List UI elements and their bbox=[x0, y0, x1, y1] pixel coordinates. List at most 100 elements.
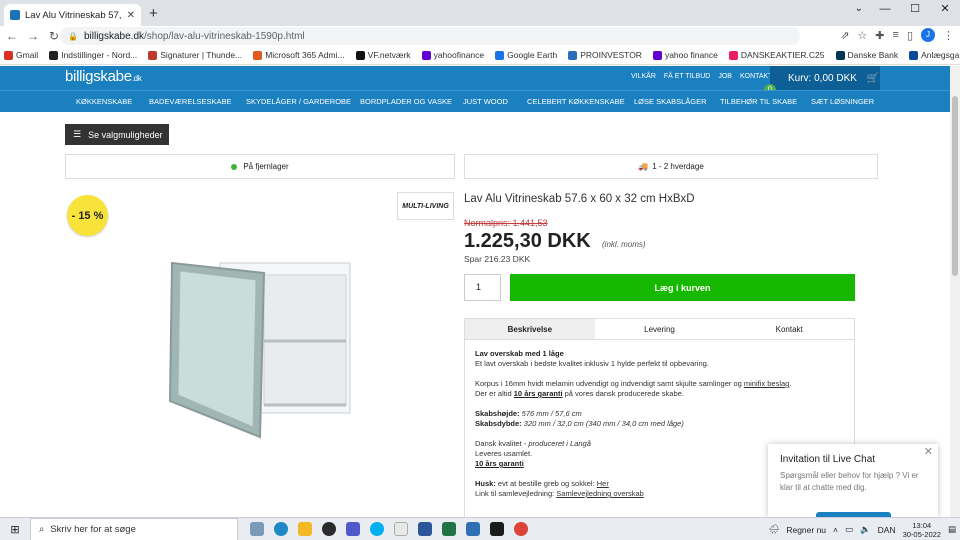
bookmark-item[interactable]: yahoofinance bbox=[421, 50, 484, 60]
close-tab-icon[interactable]: ✕ bbox=[127, 10, 135, 21]
savings-text: Spar 216.23 DKK bbox=[464, 254, 531, 264]
bookmark-star-icon[interactable]: ☆ bbox=[857, 29, 867, 42]
excel-icon[interactable] bbox=[442, 522, 456, 536]
language-indicator[interactable]: DAN bbox=[878, 525, 896, 535]
teams-icon[interactable] bbox=[346, 522, 360, 536]
tab-title: Lav Alu Vitrineskab 57,6 x 60 x 32 bbox=[25, 9, 122, 21]
stocks-app-icon[interactable] bbox=[490, 522, 504, 536]
live-chat-invitation[interactable]: ✕ Invitation til Live Chat Spørgsmål ell… bbox=[768, 444, 938, 517]
sidebar-icon[interactable]: ▯ bbox=[907, 29, 913, 42]
taskbar-search-placeholder: Skriv her for at søge bbox=[50, 523, 136, 535]
windows-start-icon[interactable]: ⊞ bbox=[0, 523, 30, 536]
network-icon[interactable]: ▭ bbox=[845, 524, 853, 535]
volume-icon[interactable]: 🔈 bbox=[860, 524, 871, 535]
forward-icon[interactable]: → bbox=[24, 29, 42, 43]
remember-label: Husk: bbox=[475, 479, 496, 488]
extensions-icon[interactable]: ✚ bbox=[875, 29, 884, 42]
quantity-input[interactable]: 1 bbox=[464, 274, 501, 301]
close-window-icon[interactable]: ✕ bbox=[930, 0, 960, 22]
bookmark-item[interactable]: Indstillinger - Nord... bbox=[49, 50, 137, 60]
github-icon[interactable] bbox=[322, 522, 336, 536]
profile-avatar[interactable]: J bbox=[921, 28, 935, 42]
notifications-icon[interactable]: ▤ bbox=[948, 524, 956, 535]
normal-price: Normalpris: 1.441,53 bbox=[464, 218, 548, 228]
clock[interactable]: 13:04 30-05-2022 bbox=[903, 521, 941, 539]
top-link-quote[interactable]: FÅ ET TILBUD bbox=[664, 73, 710, 80]
tab-contact[interactable]: Kontakt bbox=[724, 319, 854, 339]
bookmark-item[interactable]: Google Earth bbox=[495, 50, 557, 60]
brand-logo: MULTI-LIVING bbox=[397, 192, 454, 220]
bookmark-item[interactable]: PROINVESTOR bbox=[568, 50, 642, 60]
bookmark-item[interactable]: Anlægsgartner - db... bbox=[909, 50, 960, 60]
top-link-contact[interactable]: KONTAKT bbox=[740, 73, 773, 80]
new-tab-icon[interactable]: + bbox=[149, 5, 158, 22]
bookmark-label: VF.netværk bbox=[367, 50, 411, 60]
see-options-button[interactable]: ☰ Se valgmuligheder bbox=[65, 124, 169, 145]
product-image[interactable] bbox=[160, 255, 360, 440]
bookmark-item[interactable]: Signaturer | Thunde... bbox=[148, 50, 242, 60]
warranty-link-2[interactable]: 10 års garanti bbox=[475, 459, 524, 468]
nav-bathroom-cabinets[interactable]: BADEVÆRELSESKABE bbox=[149, 97, 232, 106]
taskbar-search[interactable]: ⌕ Skriv her for at søge bbox=[30, 517, 238, 540]
skype-icon[interactable] bbox=[370, 522, 384, 536]
bookmark-item[interactable]: VF.netværk bbox=[355, 50, 411, 60]
site-logo[interactable]: billigskabe.dk bbox=[65, 68, 142, 85]
minifix-link[interactable]: minifix beslag bbox=[744, 379, 789, 388]
share-icon[interactable]: ⇗ bbox=[840, 29, 849, 42]
bookmark-label: PROINVESTOR bbox=[580, 50, 642, 60]
maximize-icon[interactable]: ☐ bbox=[900, 0, 930, 22]
nav-countertops[interactable]: BORDPLADER OG VASKE bbox=[360, 97, 452, 106]
tab-description[interactable]: Beskrivelse bbox=[465, 319, 595, 339]
bookmark-item[interactable]: Microsoft 365 Admi... bbox=[253, 50, 345, 60]
word-icon[interactable] bbox=[418, 522, 432, 536]
bookmark-item[interactable]: yahoo finance bbox=[652, 50, 718, 60]
handles-link[interactable]: Her bbox=[597, 479, 609, 488]
bookmark-item[interactable]: Danske Bank bbox=[835, 50, 898, 60]
bookmark-item[interactable]: DANSKEAKTIER.C25 bbox=[728, 50, 825, 60]
menu-icon[interactable]: ⋮ bbox=[943, 29, 954, 42]
edge-icon[interactable] bbox=[274, 522, 288, 536]
task-view-icon[interactable] bbox=[250, 522, 264, 536]
back-icon[interactable]: ← bbox=[3, 29, 21, 43]
weather-label[interactable]: Regner nu bbox=[786, 525, 826, 535]
chrome-icon[interactable] bbox=[514, 522, 528, 536]
nav-loose-doors[interactable]: LØSE SKABSLÅGER bbox=[634, 97, 707, 106]
browser-tab[interactable]: Lav Alu Vitrineskab 57,6 x 60 x 32 ✕ bbox=[4, 4, 141, 26]
desc-line2-text: Korpus i 16mm hvidt melamin udvendigt og… bbox=[475, 379, 744, 388]
height-value: 576 mm / 57,6 cm bbox=[519, 409, 582, 418]
file-explorer-icon[interactable] bbox=[298, 522, 312, 536]
tab-search-icon[interactable]: ⌄ bbox=[855, 3, 863, 14]
nav-accessories[interactable]: TILBEHØR TIL SKABE bbox=[720, 97, 797, 106]
scrollbar-thumb[interactable] bbox=[952, 96, 958, 276]
tab-delivery[interactable]: Levering bbox=[595, 319, 725, 339]
height-spec: Skabshøjde: 576 mm / 57,6 cm bbox=[475, 409, 844, 419]
bookmark-item[interactable]: Gmail bbox=[4, 50, 38, 60]
cart-button[interactable]: Kurv: 0,00 DKK 🛒 bbox=[770, 66, 880, 90]
cart-label: Kurv: 0,00 DKK bbox=[788, 72, 857, 84]
browser-toolbar: ← → ↻ 🔒 billigskabe.dk/shop/lav-alu-vitr… bbox=[0, 26, 960, 46]
address-bar[interactable]: 🔒 billigskabe.dk/shop/lav-alu-vitrineska… bbox=[60, 27, 800, 45]
reading-list-icon[interactable]: ≡ bbox=[893, 29, 899, 41]
tray-expand-icon[interactable]: ˄ bbox=[833, 525, 838, 535]
close-chat-icon[interactable]: ✕ bbox=[924, 445, 933, 458]
notepad-icon[interactable] bbox=[394, 522, 408, 536]
assembly-guide-link[interactable]: Samlevejledning overskab bbox=[556, 489, 644, 498]
top-link-job[interactable]: JOB bbox=[718, 73, 732, 80]
nav-celebert[interactable]: CELEBERT KØKKENSKABE bbox=[527, 97, 625, 106]
bookmark-favicon-icon bbox=[728, 50, 738, 60]
weather-icon[interactable]: 🌧 bbox=[769, 524, 780, 535]
network-app-icon[interactable] bbox=[466, 522, 480, 536]
product-price: 1.225,30 DKK bbox=[464, 230, 591, 252]
site-favicon-icon bbox=[10, 10, 20, 20]
add-to-cart-button[interactable]: Læg i kurven bbox=[510, 274, 855, 301]
lock-icon[interactable]: 🔒 bbox=[68, 32, 78, 41]
nav-just-wood[interactable]: JUST WOOD bbox=[463, 97, 508, 106]
top-link-terms[interactable]: VILKÅR bbox=[631, 73, 656, 80]
nav-set-solutions[interactable]: SÆT LØSNINGER bbox=[811, 97, 874, 106]
page-scrollbar[interactable] bbox=[950, 66, 960, 517]
nav-sliding-doors[interactable]: SKYDELÅGER / GARDEROBE bbox=[246, 97, 351, 106]
minimize-icon[interactable]: — bbox=[870, 0, 900, 22]
bookmark-label: Anlægsgartner - db... bbox=[921, 50, 960, 60]
warranty-link[interactable]: 10 års garanti bbox=[514, 389, 563, 398]
nav-kitchen-cabinets[interactable]: KØKKENSKABE bbox=[76, 97, 132, 106]
